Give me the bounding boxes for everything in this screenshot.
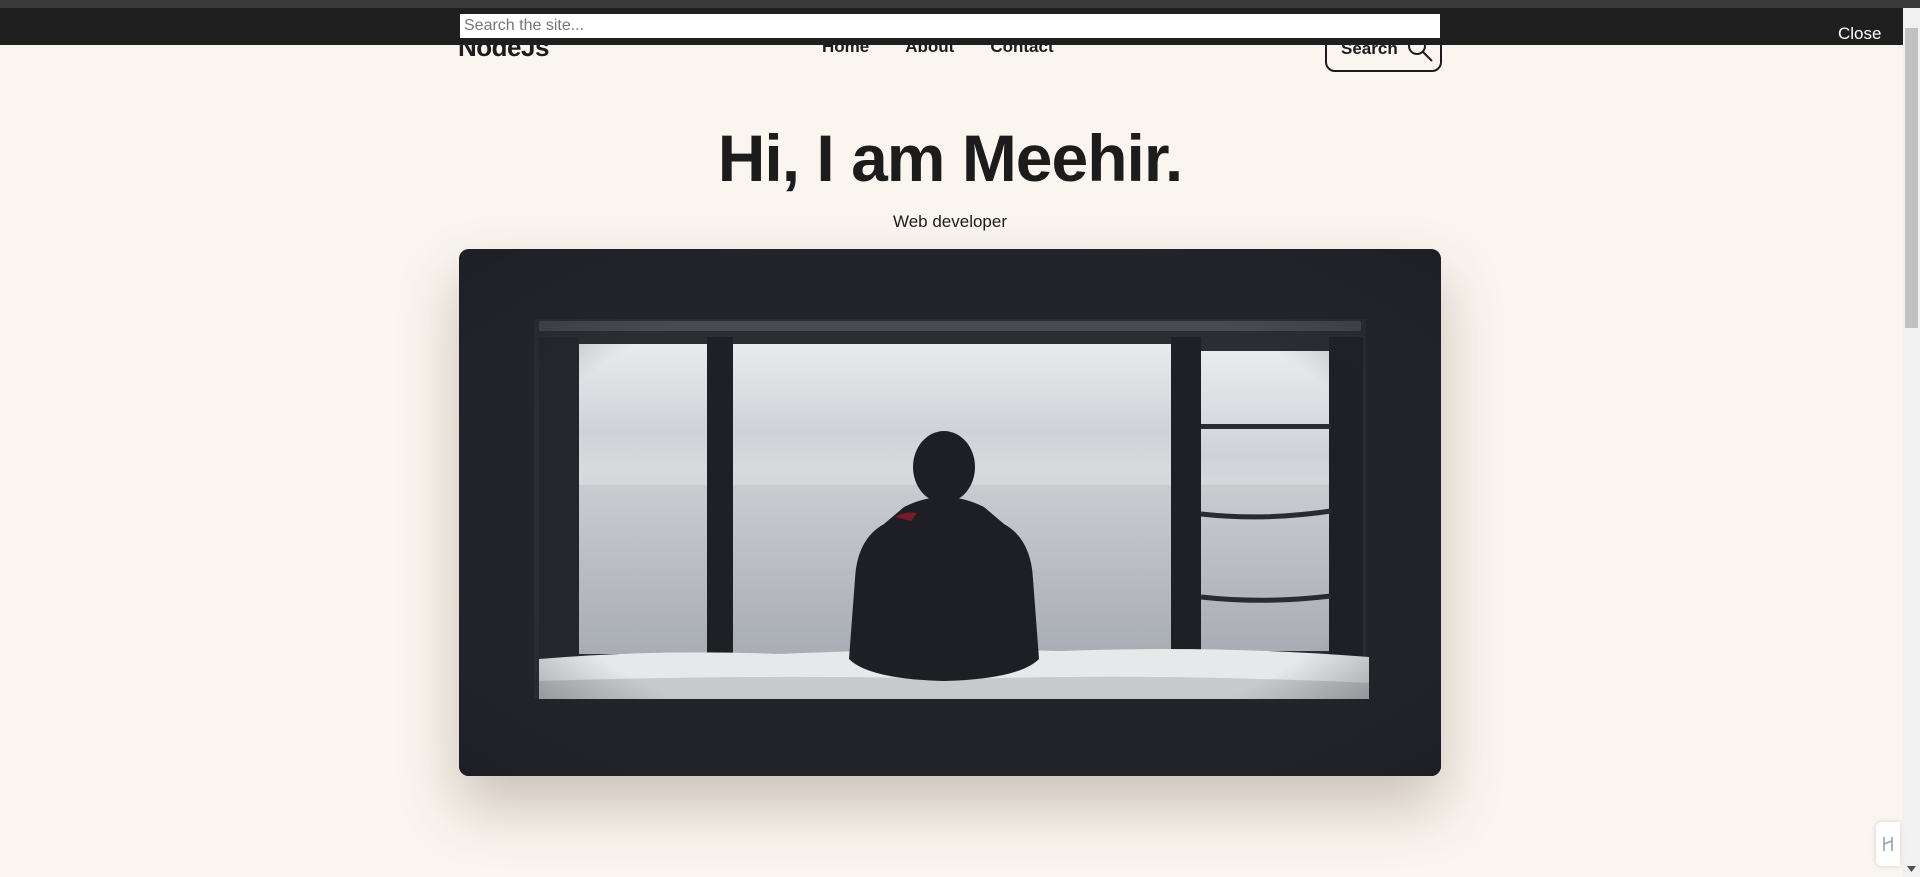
floating-widget-button[interactable] xyxy=(1876,822,1900,866)
chevron-down-icon xyxy=(1907,865,1916,872)
hero-photo-illustration xyxy=(459,249,1441,776)
hero-image xyxy=(459,249,1441,776)
hero-subtitle: Web developer xyxy=(892,212,1008,231)
browser-top-strip xyxy=(0,0,1920,8)
page-scrollbar[interactable] xyxy=(1903,8,1920,877)
close-search-button[interactable]: Close xyxy=(1838,24,1881,44)
hero-title: Hi, I am Meehir. xyxy=(717,121,1184,195)
search-overlay: Close xyxy=(0,8,1903,45)
search-input[interactable] xyxy=(458,12,1442,40)
scrollbar-thumb[interactable] xyxy=(1905,28,1918,328)
scroll-down-button[interactable] xyxy=(1903,860,1920,877)
widget-icon xyxy=(1883,837,1893,851)
